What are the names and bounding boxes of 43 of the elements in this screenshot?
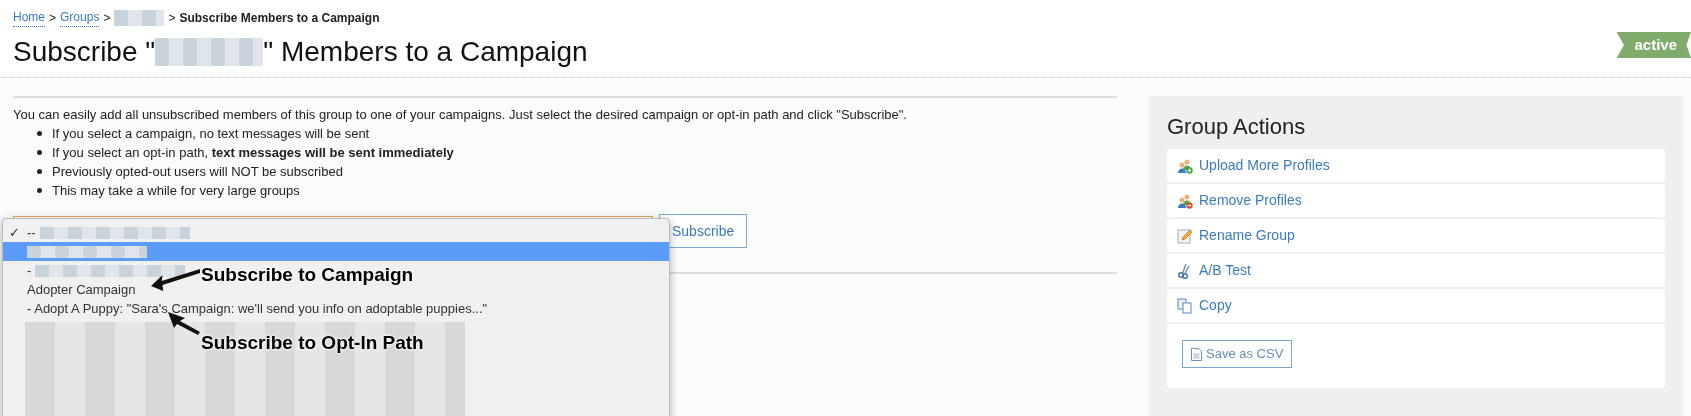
bullet-text: This may take a while for very large groups	[52, 182, 300, 200]
breadcrumb-link[interactable]: Home	[13, 8, 45, 27]
bullet-icon	[37, 169, 42, 174]
action-link[interactable]: Upload More Profiles	[1167, 149, 1665, 182]
action-link[interactable]: Copy	[1167, 289, 1665, 322]
bullet-icon	[37, 188, 42, 193]
breadcrumb-separator: >	[168, 9, 176, 27]
annotation-label: Subscribe to Opt-In Path	[201, 331, 424, 355]
breadcrumb-separator: >	[103, 9, 111, 27]
page-title: Subscribe "	[13, 35, 156, 69]
bullet-text: Previously opted-out users will NOT be subscribed	[52, 163, 343, 181]
dropdown-option[interactable]: Adopter Campaign	[3, 280, 144, 299]
annotation-arrow	[151, 267, 200, 291]
check-icon: ✓	[9, 222, 20, 243]
breadcrumb-link[interactable]: Groups	[60, 8, 100, 27]
panel-title: Group Actions	[1167, 113, 1307, 141]
action-link[interactable]: Remove Profiles	[1167, 184, 1665, 217]
option-text: --	[27, 223, 36, 242]
bullet-text: If you select a campaign, no text messages will be sent	[52, 125, 370, 143]
bullet-icon	[37, 150, 42, 155]
bullet-text: If you select an opt-in path, text messages will be sent immediately	[52, 144, 454, 162]
dropdown-option[interactable]: -	[3, 261, 194, 280]
copy-icon	[1177, 297, 1193, 314]
pencil-icon	[1177, 227, 1193, 244]
page-title: " Members to a Campaign	[263, 35, 588, 69]
dropdown-option[interactable]	[3, 242, 669, 261]
users-plus-icon	[1177, 157, 1193, 174]
action-link[interactable]: A/B Test	[1167, 254, 1665, 287]
breadcrumb-current: Subscribe Members to a Campaign	[179, 9, 380, 27]
breadcrumb-separator: >	[49, 9, 57, 27]
intro-text: You can easily add all unsubscribed members of this group to one of your campaigns. Just select the desired campaign or opt-in path and click "Subscribe".	[13, 106, 908, 124]
bullet-icon	[37, 131, 42, 136]
document-icon	[1191, 347, 1202, 361]
action-link[interactable]: Rename Group	[1167, 219, 1665, 252]
status-badge: active	[1616, 31, 1691, 59]
scissors-icon	[1177, 262, 1193, 279]
save-csv-button[interactable]: Save as CSV	[1182, 340, 1293, 368]
option-text: -	[27, 261, 32, 280]
redacted-block	[114, 9, 165, 26]
users-minus-icon	[1177, 192, 1193, 209]
dropdown-option[interactable]: ✓ --	[3, 223, 198, 242]
option-text: Adopter Campaign	[27, 280, 136, 299]
annotation-label: Subscribe to Campaign	[201, 263, 414, 287]
